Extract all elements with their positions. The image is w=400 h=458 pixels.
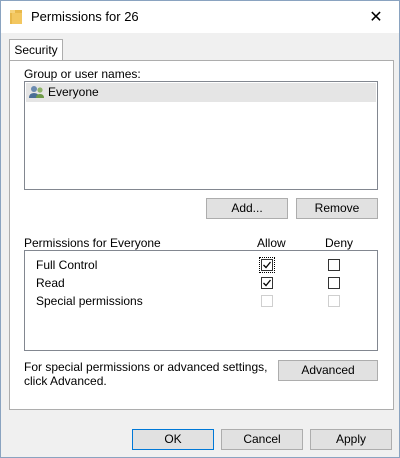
permission-label: Full Control xyxy=(36,258,98,272)
group-names-label: Group or user names: xyxy=(24,67,141,81)
checkmark-icon xyxy=(263,261,272,269)
special-deny-checkbox xyxy=(328,295,340,307)
permissions-dialog: Permissions for 26 ✕ Security Group or u… xyxy=(0,0,400,458)
checkmark-icon xyxy=(263,279,272,287)
permission-row-special: Special permissions xyxy=(25,292,377,310)
close-button[interactable]: ✕ xyxy=(353,1,399,33)
group-names-list[interactable]: Everyone xyxy=(24,81,378,190)
full-control-allow-checkbox[interactable] xyxy=(259,257,275,273)
security-tab-panel: Group or user names: Everyone Add... Rem… xyxy=(9,60,394,410)
deny-column-header: Deny xyxy=(325,236,354,250)
remove-button[interactable]: Remove xyxy=(296,198,378,219)
special-allow-checkbox xyxy=(261,295,273,307)
window-title: Permissions for 26 xyxy=(31,9,139,24)
advanced-note-line2: click Advanced. xyxy=(24,374,107,388)
apply-button[interactable]: Apply xyxy=(310,429,392,450)
tab-security[interactable]: Security xyxy=(9,39,63,61)
list-item-everyone[interactable]: Everyone xyxy=(26,83,376,102)
add-button[interactable]: Add... xyxy=(206,198,288,219)
allow-column-header: Allow xyxy=(257,236,286,250)
title-bar: Permissions for 26 ✕ xyxy=(1,1,399,33)
cancel-button[interactable]: Cancel xyxy=(221,429,303,450)
users-icon xyxy=(29,86,44,98)
advanced-button[interactable]: Advanced xyxy=(278,360,378,381)
permission-row-read: Read xyxy=(25,274,377,292)
dialog-button-bar: OK Cancel Apply xyxy=(1,417,399,457)
permissions-list: Full Control Read Special permissions xyxy=(24,250,378,351)
read-allow-checkbox[interactable] xyxy=(261,277,273,289)
list-item-label: Everyone xyxy=(48,85,99,99)
permission-label: Read xyxy=(36,276,65,290)
advanced-note-line1: For special permissions or advanced sett… xyxy=(24,360,268,374)
close-icon: ✕ xyxy=(369,9,383,26)
permissions-header: Permissions for Everyone xyxy=(24,236,161,250)
folder-icon xyxy=(10,10,22,24)
permission-row-full-control: Full Control xyxy=(25,256,377,274)
ok-button[interactable]: OK xyxy=(132,429,214,450)
read-deny-checkbox[interactable] xyxy=(328,277,340,289)
permission-label: Special permissions xyxy=(36,294,143,308)
full-control-deny-checkbox[interactable] xyxy=(328,259,340,271)
